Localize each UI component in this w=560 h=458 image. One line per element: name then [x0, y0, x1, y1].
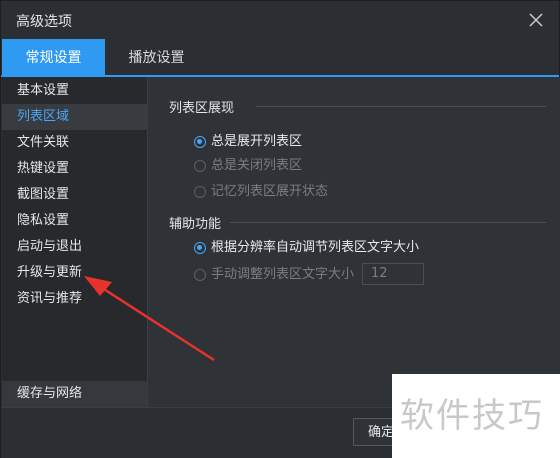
- section-divider: [256, 106, 546, 107]
- section-title-list-display: 列表区展现: [169, 101, 235, 116]
- sidebar-item-privacy[interactable]: 隐私设置: [2, 208, 147, 234]
- title-bar: 高级选项: [1, 1, 559, 39]
- radio-unchecked-icon[interactable]: [194, 186, 206, 198]
- option-label: 记忆列表区展开状态: [211, 184, 329, 199]
- window-title: 高级选项: [16, 14, 72, 30]
- font-size-value: 12: [371, 266, 388, 281]
- radio-unchecked-icon[interactable]: [194, 160, 206, 172]
- radio-checked-icon[interactable]: [194, 242, 206, 254]
- option-label: 总是展开列表区: [211, 134, 303, 149]
- font-size-select[interactable]: 12: [362, 263, 424, 285]
- radio-checked-icon[interactable]: [194, 136, 206, 148]
- sidebar-item-cache-network[interactable]: 缓存与网络: [2, 381, 147, 407]
- option-label: 手动调整列表区文字大小: [211, 267, 355, 282]
- tab-playback-settings[interactable]: 播放设置: [105, 39, 208, 77]
- section-title-accessibility: 辅助功能: [169, 217, 222, 232]
- option-label: 总是关闭列表区: [211, 158, 303, 173]
- sidebar-item-screenshot[interactable]: 截图设置: [2, 182, 147, 208]
- sidebar: 基本设置 列表区域 文件关联 热键设置 截图设置 隐私设置 启动与退出 升级与更…: [2, 77, 147, 407]
- close-icon[interactable]: [527, 11, 545, 29]
- sidebar-item-file-association[interactable]: 文件关联: [2, 130, 147, 156]
- sidebar-item-upgrade-update[interactable]: 升级与更新: [2, 260, 147, 286]
- sidebar-item-list-area[interactable]: 列表区域: [2, 104, 147, 130]
- tab-bar: 常规设置 播放设置: [1, 39, 559, 77]
- tab-general-settings[interactable]: 常规设置: [2, 39, 105, 77]
- option-label: 根据分辨率自动调节列表区文字大小: [211, 240, 420, 255]
- sidebar-item-hotkeys[interactable]: 热键设置: [2, 156, 147, 182]
- sidebar-item-basic[interactable]: 基本设置: [2, 78, 147, 104]
- settings-content: 列表区展现 总是展开列表区 总是关闭列表区 记忆列表区展开状态 辅助功能 根据分…: [147, 77, 560, 407]
- radio-unchecked-icon[interactable]: [194, 269, 206, 281]
- watermark-text: 软件技巧: [400, 396, 544, 436]
- section-divider: [230, 222, 546, 223]
- sidebar-item-news-recommend[interactable]: 资讯与推荐: [2, 286, 147, 312]
- sidebar-item-startup-exit[interactable]: 启动与退出: [2, 234, 147, 260]
